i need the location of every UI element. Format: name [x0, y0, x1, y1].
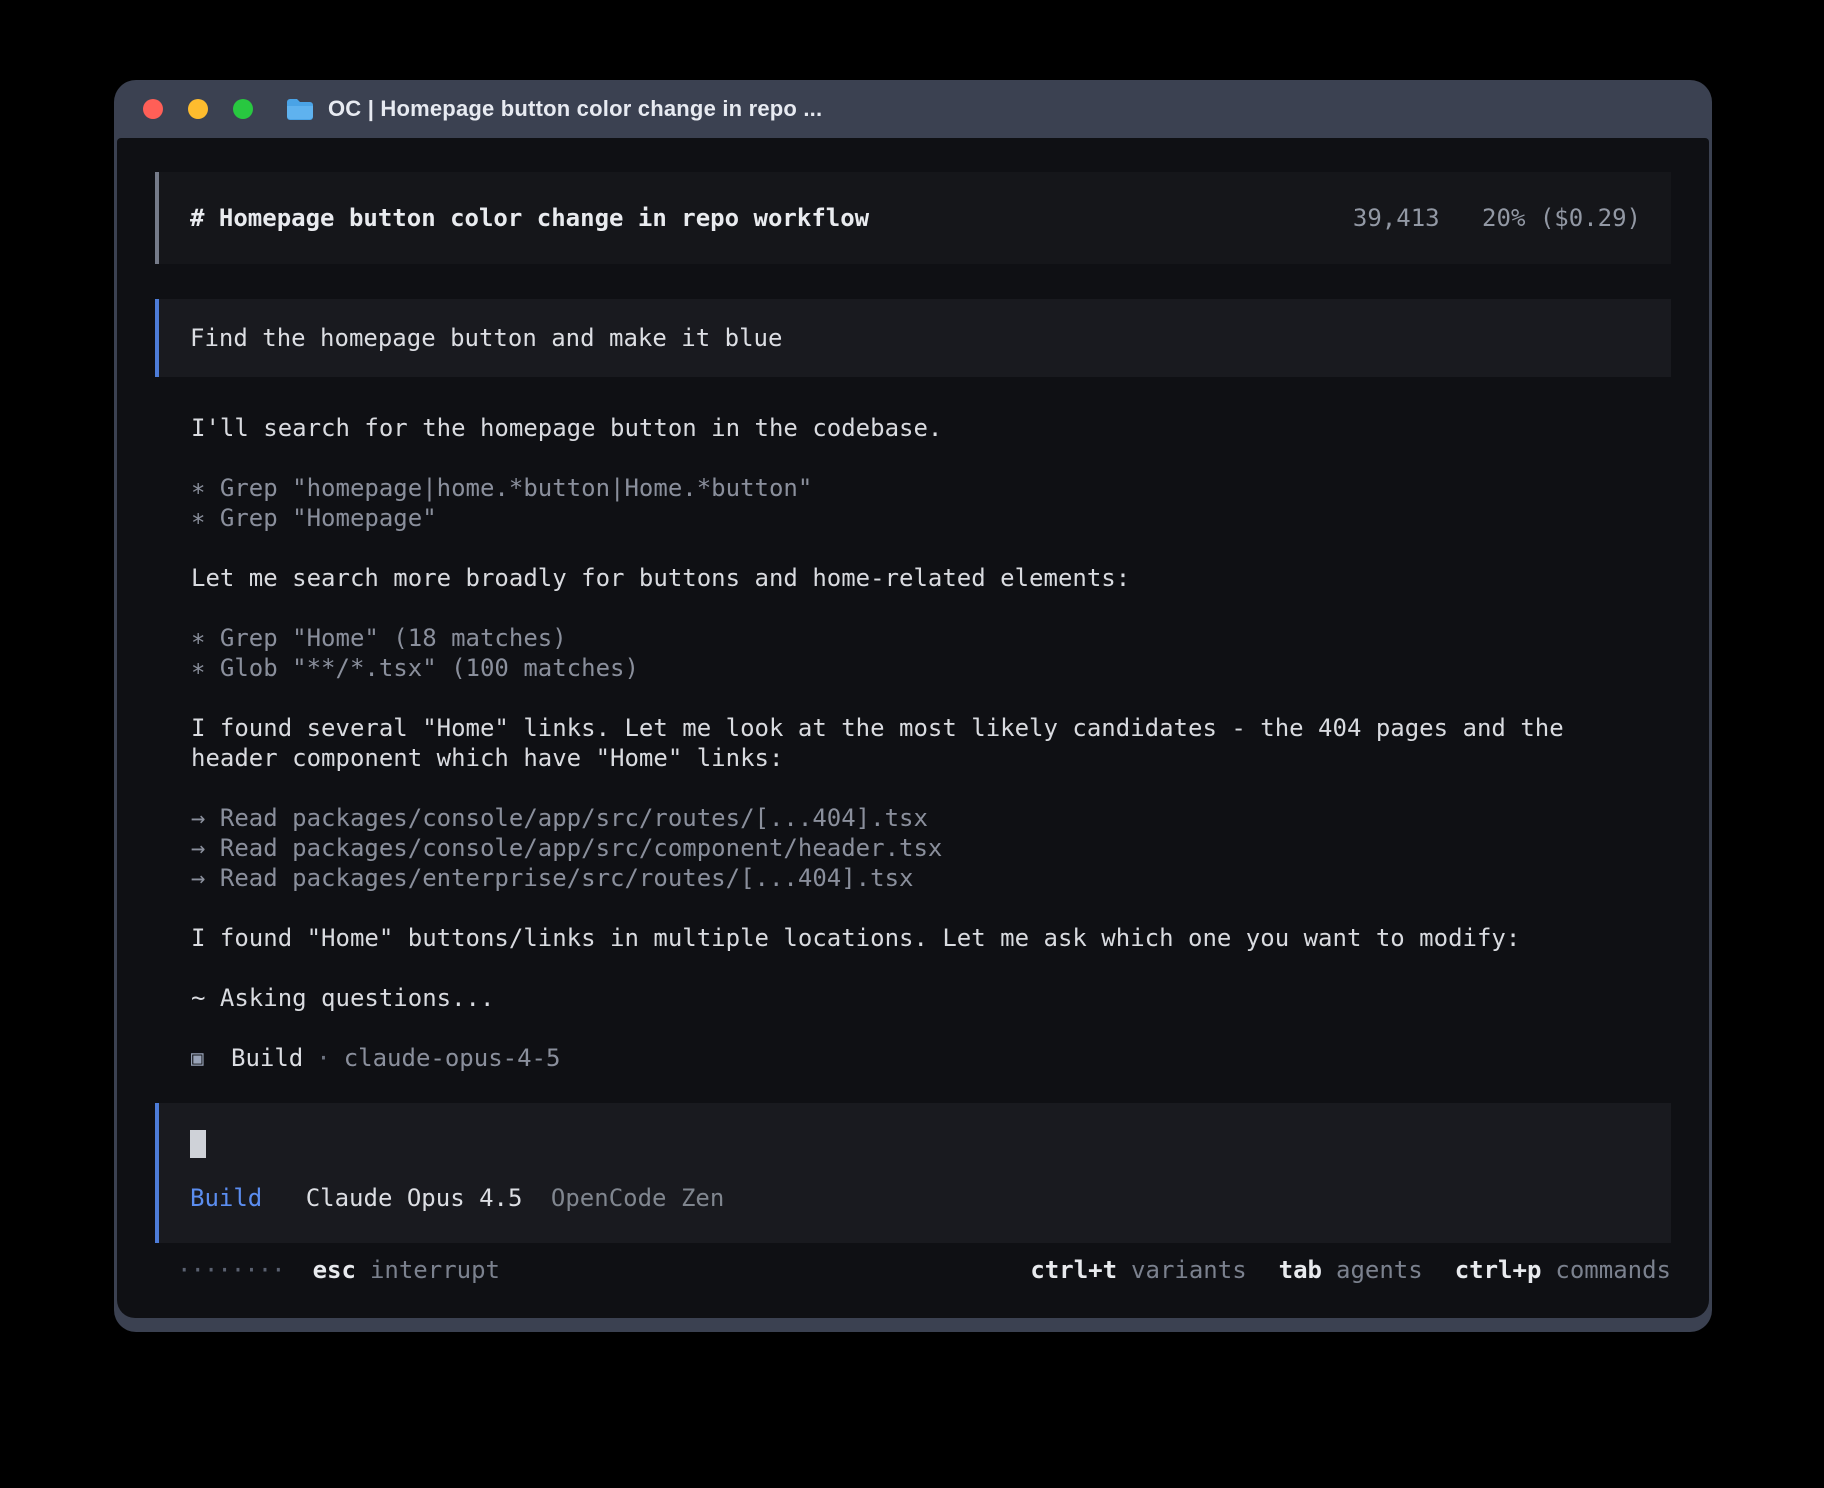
agent-name: Build	[231, 1043, 303, 1073]
shortcut-label: commands	[1555, 1256, 1671, 1284]
text-line: I'll search for the homepage button in t…	[191, 413, 1671, 443]
assistant-text: I found several "Home" links. Let me loo…	[155, 713, 1671, 773]
esc-label: interrupt	[370, 1255, 500, 1285]
input-line[interactable]	[190, 1129, 1671, 1159]
shortcut-commands: ctrl+p commands	[1455, 1255, 1671, 1285]
text-line: ~ Asking questions...	[191, 983, 1671, 1013]
status-bar: ········ esc interrupt ctrl+t variants tab…	[155, 1255, 1671, 1285]
tool-call-line: → Read packages/console/app/src/componen…	[191, 833, 1671, 863]
tool-call-group: ∗ Grep "Home" (18 matches)∗ Glob "**/*.t…	[155, 623, 1671, 683]
tool-call-group: → Read packages/console/app/src/routes/[…	[155, 803, 1671, 893]
agent-icon: ▣	[191, 1043, 215, 1073]
traffic-lights	[143, 99, 278, 119]
user-message-text: Find the homepage button and make it blu…	[190, 323, 782, 353]
status-separator: ·	[316, 1043, 330, 1073]
folder-icon	[286, 98, 314, 120]
assistant-text: I found "Home" buttons/links in multiple…	[155, 923, 1671, 953]
shortcut-hints: ctrl+t variants tab agents ctrl+p commands	[998, 1255, 1671, 1285]
input-model-label: Claude Opus 4.5	[306, 1184, 523, 1212]
text-cursor	[190, 1130, 206, 1158]
shortcut-label: agents	[1336, 1256, 1423, 1284]
user-message: Find the homepage button and make it blu…	[155, 299, 1671, 377]
input-meta: Build Claude Opus 4.5 OpenCode Zen	[190, 1183, 1671, 1213]
token-count: 39,413	[1353, 204, 1440, 232]
prompt-input[interactable]: Build Claude Opus 4.5 OpenCode Zen	[155, 1103, 1671, 1243]
shortcut-key: ctrl+t	[1030, 1256, 1117, 1284]
model-name: claude-opus-4-5	[344, 1043, 561, 1073]
input-agent-badge[interactable]: Build	[190, 1184, 262, 1212]
window-title: OC | Homepage button color change in rep…	[328, 96, 822, 122]
text-line: I found several "Home" links. Let me loo…	[191, 713, 1671, 743]
input-provider-label: OpenCode Zen	[551, 1184, 724, 1212]
assistant-text: Let me search more broadly for buttons a…	[155, 563, 1671, 593]
tool-call-line: ∗ Glob "**/*.tsx" (100 matches)	[191, 653, 1671, 683]
session-stats: 39,413 20% ($0.29)	[1353, 203, 1641, 233]
session-title: # Homepage button color change in repo w…	[190, 203, 869, 233]
shortcut-variants: ctrl+t variants	[1030, 1255, 1246, 1285]
tool-call-line: → Read packages/enterprise/src/routes/[.…	[191, 863, 1671, 893]
context-usage: 20% ($0.29)	[1482, 204, 1641, 232]
minimize-window-button[interactable]	[188, 99, 208, 119]
esc-key: esc	[313, 1255, 356, 1285]
shortcut-key: tab	[1279, 1256, 1322, 1284]
spinner: ········	[177, 1255, 285, 1285]
tool-call-line: → Read packages/console/app/src/routes/[…	[191, 803, 1671, 833]
agent-status-line: ▣ Build · claude-opus-4-5	[155, 1043, 1671, 1073]
shortcut-agents: tab agents	[1279, 1255, 1423, 1285]
shortcut-label: variants	[1131, 1256, 1247, 1284]
tool-call-line: ∗ Grep "Homepage"	[191, 503, 1671, 533]
zoom-window-button[interactable]	[233, 99, 253, 119]
assistant-text: ~ Asking questions...	[155, 983, 1671, 1013]
terminal-content: # Homepage button color change in repo w…	[117, 138, 1709, 1318]
assistant-text: I'll search for the homepage button in t…	[155, 413, 1671, 443]
text-line: header component which have "Home" links…	[191, 743, 1671, 773]
text-line: Let me search more broadly for buttons a…	[191, 563, 1671, 593]
terminal-window: OC | Homepage button color change in rep…	[114, 80, 1712, 1332]
tool-call-line: ∗ Grep "homepage|home.*button|Home.*butt…	[191, 473, 1671, 503]
tool-call-group: ∗ Grep "homepage|home.*button|Home.*butt…	[155, 473, 1671, 533]
conversation-log: I'll search for the homepage button in t…	[155, 413, 1671, 1013]
tool-call-line: ∗ Grep "Home" (18 matches)	[191, 623, 1671, 653]
session-header: # Homepage button color change in repo w…	[155, 172, 1671, 264]
shortcut-key: ctrl+p	[1455, 1256, 1542, 1284]
close-window-button[interactable]	[143, 99, 163, 119]
window-titlebar[interactable]: OC | Homepage button color change in rep…	[117, 80, 1709, 138]
text-line: I found "Home" buttons/links in multiple…	[191, 923, 1671, 953]
